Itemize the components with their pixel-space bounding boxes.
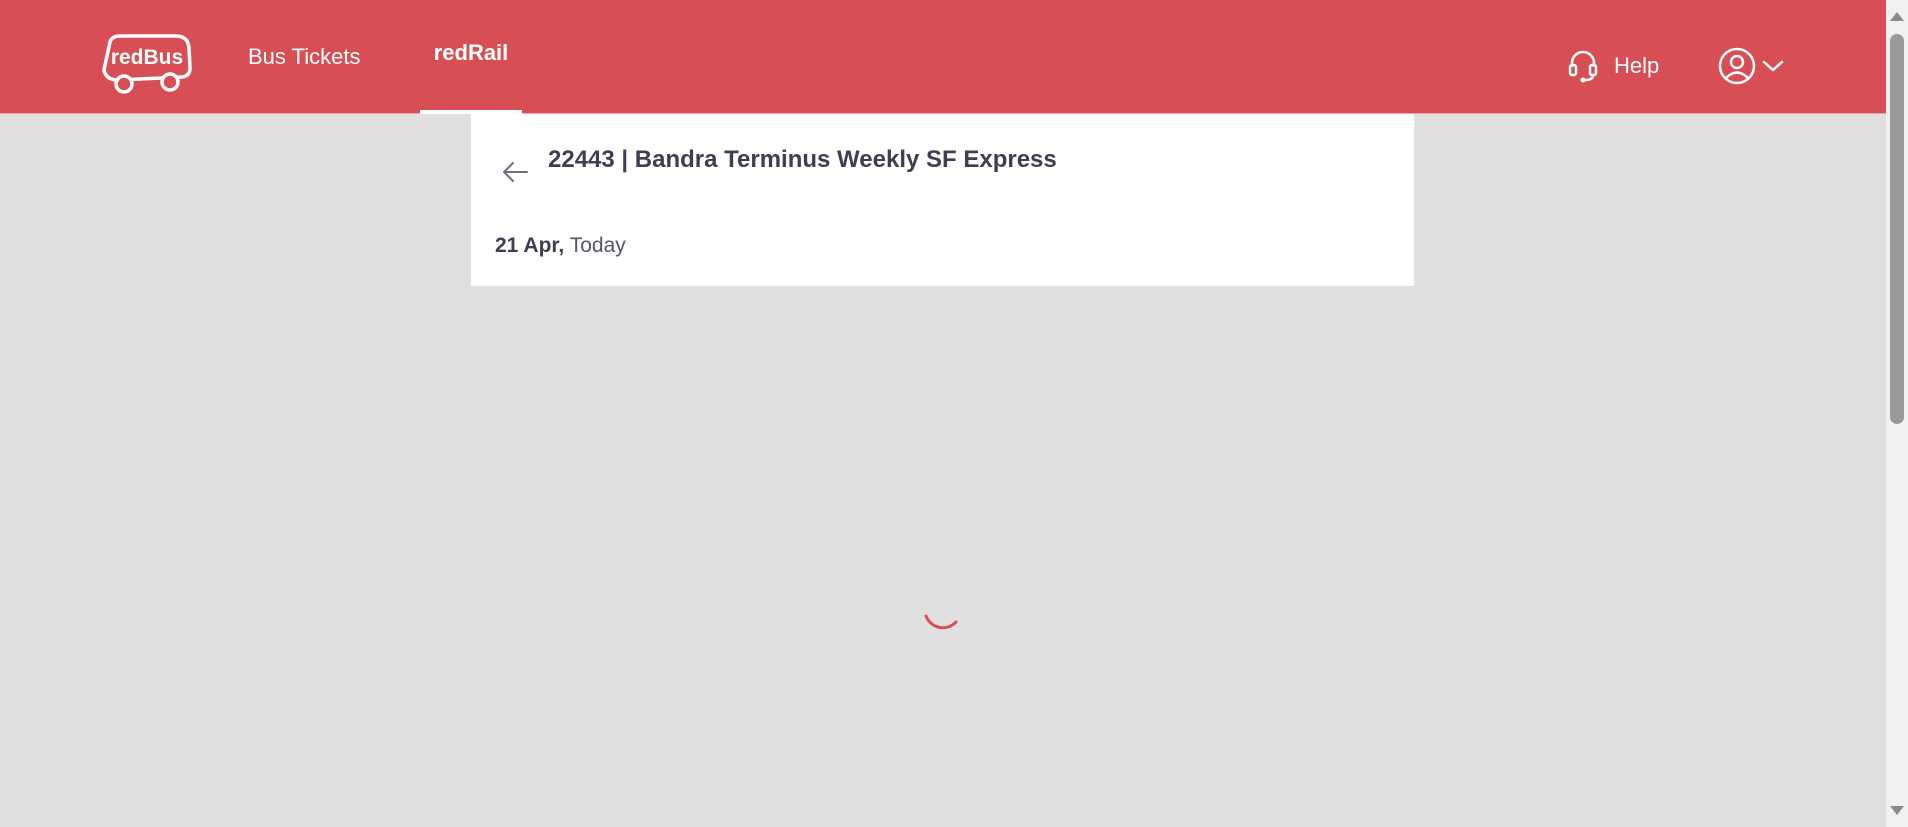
help-label: Help: [1614, 53, 1660, 78]
scroll-thumb[interactable]: [1890, 34, 1904, 424]
top-header: redBus Bus Tickets redRail Help: [0, 0, 1886, 114]
logo-text: redBus: [111, 46, 183, 69]
help-button[interactable]: Help: [1568, 44, 1659, 88]
scroll-up-arrow-icon[interactable]: [1890, 12, 1904, 21]
chevron-down-icon: [1762, 60, 1784, 72]
train-title: 22443 | Bandra Terminus Weekly SF Expres…: [548, 146, 1057, 173]
nav-redrail-label: redRail: [433, 40, 509, 65]
journey-date-relative: Today: [569, 234, 626, 257]
nav-redrail[interactable]: redRail: [420, 0, 522, 114]
journey-date: 21 Apr, Today: [495, 234, 626, 258]
redbus-logo[interactable]: redBus: [98, 34, 194, 98]
back-button[interactable]: [491, 148, 539, 196]
headset-icon: [1568, 50, 1598, 83]
page: redBus Bus Tickets redRail Help 22443 | …: [0, 0, 1908, 827]
arrow-left-icon: [503, 162, 528, 182]
nav-bus-tickets-label: Bus Tickets: [248, 44, 361, 69]
user-circle-icon: [1718, 47, 1756, 85]
loading-spinner-icon: [918, 600, 966, 648]
train-details-card: 22443 | Bandra Terminus Weekly SF Expres…: [471, 114, 1414, 286]
profile-menu[interactable]: [1718, 46, 1784, 86]
scroll-down-arrow-icon[interactable]: [1890, 806, 1904, 815]
vertical-scrollbar[interactable]: [1886, 0, 1908, 827]
nav-bus-tickets[interactable]: Bus Tickets: [248, 0, 360, 114]
journey-date-value: 21 Apr,: [495, 234, 565, 257]
